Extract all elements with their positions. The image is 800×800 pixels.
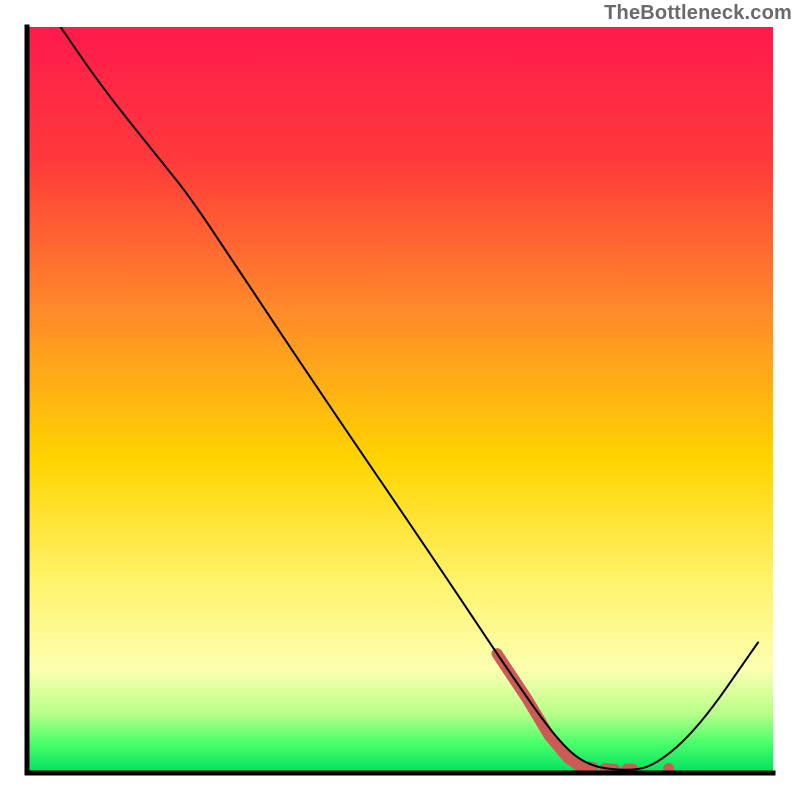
chart-container: { "watermark": "TheBottleneck.com", "cha… — [0, 0, 800, 800]
watermark-text: TheBottleneck.com — [604, 2, 792, 25]
plot-background — [27, 27, 773, 773]
bottleneck-chart — [0, 0, 800, 800]
